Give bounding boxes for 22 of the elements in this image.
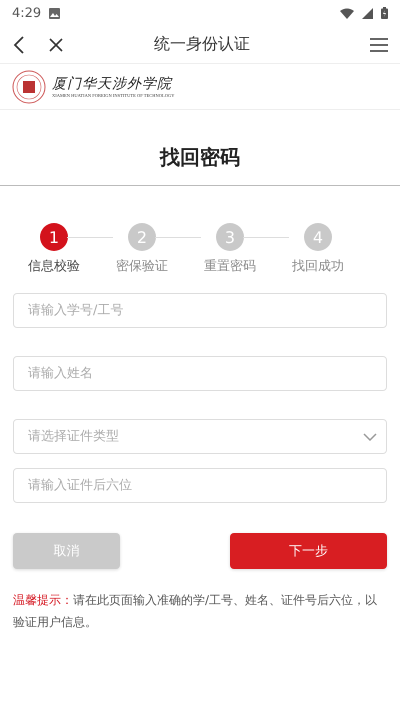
step-label: 重置密码 [204, 258, 256, 275]
step-number: 1 [40, 223, 68, 251]
chevron-down-icon [363, 433, 377, 441]
nav-title: 统一身份认证 [153, 34, 251, 55]
next-button[interactable]: 下一步 [230, 533, 387, 569]
page-title: 找回密码 [0, 110, 400, 186]
input-field[interactable]: 请输入学号/工号 [13, 293, 387, 328]
step-label: 密保验证 [116, 258, 168, 275]
select-field[interactable]: 请选择证件类型 [13, 419, 387, 454]
school-name: 厦门华天涉外学院 [52, 75, 174, 93]
wifi-icon [340, 8, 354, 18]
battery-icon [381, 7, 388, 19]
input-field[interactable]: 请输入姓名 [13, 356, 387, 391]
input-field[interactable]: 请输入证件后六位 [13, 468, 387, 503]
step-label: 信息校验 [28, 258, 80, 275]
status-time: 4:29 [12, 6, 42, 20]
menu-button[interactable] [368, 36, 390, 54]
image-icon [49, 8, 60, 18]
seal-icon [12, 70, 46, 104]
tip-text: 温馨提示：请在此页面输入准确的学/工号、姓名、证件号后六位，以验证用户信息。 [13, 592, 378, 631]
signal-icon [362, 8, 373, 18]
step-label: 找回成功 [292, 258, 344, 275]
